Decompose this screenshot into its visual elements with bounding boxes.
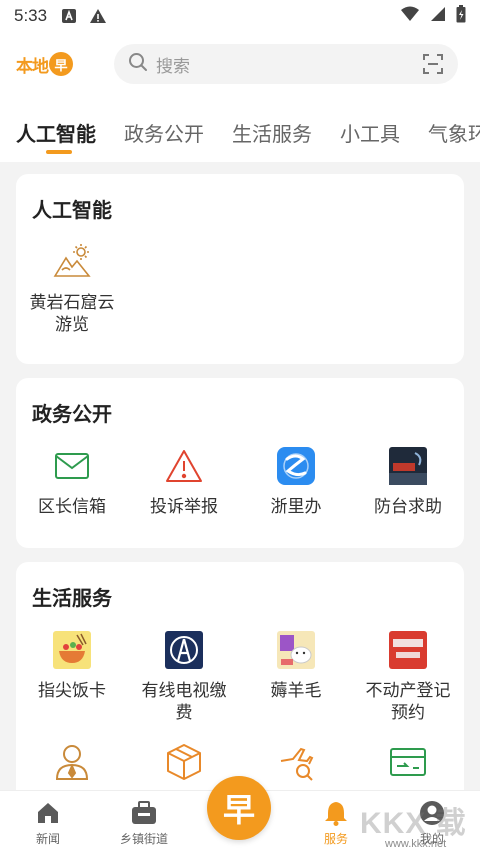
section-life-services: 生活服务 指尖饭卡 有线电视缴费 薅羊毛 不动产登记预约 [16, 562, 464, 790]
nav-news[interactable]: 新闻 [0, 791, 96, 855]
nav-label: 乡镇街道 [119, 832, 168, 846]
watermark: KKX 载 [360, 807, 467, 840]
home-icon [34, 799, 62, 827]
service-label: 黄岩石窟云游览 [29, 293, 115, 335]
header: 本地 早 搜索 [0, 32, 480, 96]
service-label: 投诉举报 [150, 497, 218, 517]
logo-badge: 早 [49, 52, 73, 76]
app-logo[interactable]: 本地 早 [16, 44, 86, 84]
service-item[interactable] [128, 742, 240, 782]
status-bar: 5:33 [0, 0, 480, 32]
service-item[interactable]: 不动产登记预约 [352, 630, 464, 742]
service-label: 防台求助 [374, 497, 442, 517]
food-bowl-icon [52, 630, 92, 670]
nav-label: 服务 [323, 832, 348, 846]
search-input[interactable]: 搜索 [156, 52, 422, 77]
watermark-url: www.kkx.net [385, 838, 447, 850]
section-government: 政务公开 区长信箱 投诉举报 浙里办 防台求助 [16, 378, 464, 548]
tab-weather[interactable]: 气象环 [428, 96, 480, 147]
search-icon [128, 52, 148, 76]
search-bar[interactable]: 搜索 [114, 44, 458, 84]
logo-text: 本地 [16, 56, 49, 77]
service-item[interactable]: 有线电视缴费 [128, 630, 240, 742]
battery-icon [456, 4, 466, 28]
cable-tv-icon [164, 630, 204, 670]
wifi-icon [400, 6, 420, 27]
service-item[interactable]: 投诉举报 [128, 446, 240, 518]
section-title: 政务公开 [32, 402, 112, 426]
bell-icon [322, 799, 350, 827]
service-label: 区长信箱 [38, 497, 106, 517]
service-item[interactable]: 薅羊毛 [240, 630, 352, 742]
service-item[interactable]: 区长信箱 [16, 446, 128, 518]
service-label: 薅羊毛 [270, 681, 322, 701]
app-notification-icon [61, 8, 77, 24]
warning-icon [164, 446, 204, 486]
service-item[interactable]: 黄岩石窟云游览 [16, 242, 128, 336]
zheliban-app-icon [276, 446, 316, 486]
section-title: 生活服务 [32, 586, 112, 610]
briefcase-icon [130, 799, 158, 827]
signal-icon [430, 6, 446, 27]
service-label: 不动产登记预约 [365, 681, 451, 723]
nav-towns[interactable]: 乡镇街道 [96, 791, 192, 855]
service-item[interactable] [16, 742, 128, 782]
service-item[interactable] [352, 742, 464, 782]
mail-icon [52, 446, 92, 486]
service-item[interactable]: 防台求助 [352, 446, 464, 518]
service-label: 浙里办 [270, 497, 322, 517]
service-item[interactable] [240, 742, 352, 782]
status-time: 5:33 [14, 6, 48, 25]
tab-government[interactable]: 政务公开 [124, 96, 204, 147]
category-tabs: 人工智能 政务公开 生活服务 小工具 气象环 [0, 96, 480, 162]
section-title: 人工智能 [32, 198, 112, 222]
service-item[interactable]: 指尖饭卡 [16, 630, 128, 742]
scan-icon[interactable] [422, 53, 444, 75]
service-item[interactable]: 浙里办 [240, 446, 352, 518]
real-estate-icon [388, 630, 428, 670]
package-icon [164, 742, 204, 782]
flight-search-icon [276, 742, 316, 782]
center-logo-button[interactable]: 早 [207, 776, 271, 840]
mountain-sun-icon [52, 242, 92, 282]
center-logo-icon: 早 [222, 791, 255, 829]
warning-notification-icon [89, 8, 107, 24]
person-service-icon [52, 742, 92, 782]
content-area[interactable]: 人工智能 黄岩石窟云游览 政务公开 区长信箱 投诉举报 浙里办 防台求助 生活服… [0, 162, 480, 790]
service-label: 有线电视缴费 [141, 681, 227, 723]
tab-tools[interactable]: 小工具 [340, 96, 400, 147]
nav-label: 新闻 [35, 832, 60, 846]
tab-ai[interactable]: 人工智能 [16, 96, 96, 154]
sheep-deals-icon [276, 630, 316, 670]
tab-life-services[interactable]: 生活服务 [232, 96, 312, 147]
service-label: 指尖饭卡 [38, 681, 106, 701]
section-ai: 人工智能 黄岩石窟云游览 [16, 174, 464, 364]
typhoon-help-icon [388, 446, 428, 486]
card-icon [388, 742, 428, 782]
